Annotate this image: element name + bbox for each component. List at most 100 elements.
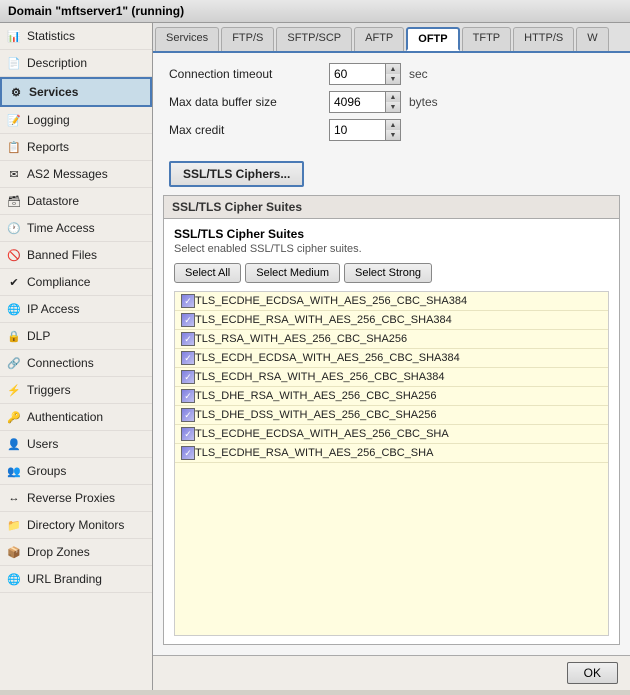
sidebar-item-as2messages[interactable]: ✉ AS2 Messages [0,161,152,188]
max-credit-down[interactable]: ▼ [386,130,400,140]
sidebar-item-directorymonitors[interactable]: 📁 Directory Monitors [0,512,152,539]
sidebar-item-datastore[interactable]: 🗃 Datastore [0,188,152,215]
max-data-buffer-down[interactable]: ▼ [386,102,400,112]
cipher-checkbox[interactable]: ✓ [181,389,195,403]
tab-services[interactable]: Services [155,27,219,51]
sidebar-icon-reverseproxies: ↔ [6,490,22,506]
max-credit-input[interactable] [330,120,385,140]
cipher-btn-select-all[interactable]: Select All [174,263,241,283]
sidebar-label-groups: Groups [27,464,66,478]
connection-timeout-spin-buttons: ▲ ▼ [385,64,400,84]
cipher-btn-select-medium[interactable]: Select Medium [245,263,340,283]
cipher-checkbox[interactable]: ✓ [181,332,195,346]
title-text: Domain "mftserver1" (running) [8,4,184,18]
cipher-checkbox[interactable]: ✓ [181,351,195,365]
tab-more[interactable]: W [576,27,608,51]
sidebar-icon-compliance: ✔ [6,274,22,290]
cipher-item[interactable]: ✓TLS_DHE_DSS_WITH_AES_256_CBC_SHA256 [175,406,608,425]
max-data-buffer-spinner[interactable]: ▲ ▼ [329,91,401,113]
sidebar-item-triggers[interactable]: ⚡ Triggers [0,377,152,404]
sidebar-item-urlbranding[interactable]: 🌐 URL Branding [0,566,152,593]
cipher-checkbox[interactable]: ✓ [181,294,195,308]
sidebar-icon-logging: 📝 [6,112,22,128]
cipher-item[interactable]: ✓TLS_ECDH_ECDSA_WITH_AES_256_CBC_SHA384 [175,349,608,368]
max-data-buffer-input[interactable] [330,92,385,112]
sidebar-icon-urlbranding: 🌐 [6,571,22,587]
sidebar-item-reverseproxies[interactable]: ↔ Reverse Proxies [0,485,152,512]
content-area: ServicesFTP/SSFTP/SCPAFTPOFTPTFTPHTTP/SW… [153,23,630,690]
sidebar-label-compliance: Compliance [27,275,90,289]
sidebar-icon-bannedfiles: 🚫 [6,247,22,263]
sidebar-item-users[interactable]: 👤 Users [0,431,152,458]
connection-timeout-up[interactable]: ▲ [386,64,400,74]
max-data-buffer-up[interactable]: ▲ [386,92,400,102]
cipher-checkbox[interactable]: ✓ [181,313,195,327]
cipher-inner: SSL/TLS Cipher Suites Select enabled SSL… [164,219,619,644]
sidebar-icon-dropzones: 📦 [6,544,22,560]
max-data-buffer-spin-buttons: ▲ ▼ [385,92,400,112]
sidebar-label-dlp: DLP [27,329,50,343]
connection-timeout-down[interactable]: ▼ [386,74,400,84]
sidebar-item-groups[interactable]: 👥 Groups [0,458,152,485]
ssl-tls-ciphers-button[interactable]: SSL/TLS Ciphers... [169,161,304,187]
cipher-list[interactable]: ✓TLS_ECDHE_ECDSA_WITH_AES_256_CBC_SHA384… [174,291,609,636]
max-data-buffer-row: Max data buffer size ▲ ▼ bytes [169,91,614,113]
sidebar-icon-triggers: ⚡ [6,382,22,398]
cipher-item[interactable]: ✓TLS_ECDHE_RSA_WITH_AES_256_CBC_SHA [175,444,608,463]
max-credit-spinner[interactable]: ▲ ▼ [329,119,401,141]
cipher-checkbox[interactable]: ✓ [181,446,195,460]
cipher-item[interactable]: ✓TLS_RSA_WITH_AES_256_CBC_SHA256 [175,330,608,349]
tab-https[interactable]: HTTP/S [513,27,574,51]
sidebar: 📊 Statistics 📄 Description ⚙ Services 📝 … [0,23,153,690]
cipher-item[interactable]: ✓TLS_DHE_RSA_WITH_AES_256_CBC_SHA256 [175,387,608,406]
sidebar-label-datastore: Datastore [27,194,79,208]
cipher-checkbox[interactable]: ✓ [181,370,195,384]
sidebar-item-services[interactable]: ⚙ Services [0,77,152,107]
sidebar-icon-groups: 👥 [6,463,22,479]
cipher-item[interactable]: ✓TLS_ECDH_RSA_WITH_AES_256_CBC_SHA384 [175,368,608,387]
connection-timeout-unit: sec [409,67,428,81]
connection-timeout-input[interactable] [330,64,385,84]
cipher-inner-subtitle: Select enabled SSL/TLS cipher suites. [174,243,609,255]
cipher-inner-title: SSL/TLS Cipher Suites [174,227,609,241]
cipher-btn-select-strong[interactable]: Select Strong [344,263,432,283]
tab-sftpscp[interactable]: SFTP/SCP [276,27,352,51]
sidebar-item-description[interactable]: 📄 Description [0,50,152,77]
sidebar-item-ipaccess[interactable]: 🌐 IP Access [0,296,152,323]
cipher-item[interactable]: ✓TLS_ECDHE_ECDSA_WITH_AES_256_CBC_SHA [175,425,608,444]
tab-aftp[interactable]: AFTP [354,27,404,51]
cipher-item[interactable]: ✓TLS_ECDHE_RSA_WITH_AES_256_CBC_SHA384 [175,311,608,330]
max-data-buffer-input-group: ▲ ▼ bytes [329,91,438,113]
sidebar-label-reports: Reports [27,140,69,154]
sidebar-item-authentication[interactable]: 🔑 Authentication [0,404,152,431]
ok-button[interactable]: OK [567,662,618,684]
tab-oftp[interactable]: OFTP [406,27,459,51]
cipher-item[interactable]: ✓TLS_ECDHE_ECDSA_WITH_AES_256_CBC_SHA384 [175,292,608,311]
max-data-buffer-label: Max data buffer size [169,95,329,109]
connection-timeout-spinner[interactable]: ▲ ▼ [329,63,401,85]
sidebar-item-timeaccess[interactable]: 🕐 Time Access [0,215,152,242]
sidebar-item-connections[interactable]: 🔗 Connections [0,350,152,377]
sidebar-item-logging[interactable]: 📝 Logging [0,107,152,134]
cipher-label: TLS_ECDHE_RSA_WITH_AES_256_CBC_SHA [195,447,433,459]
sidebar-item-statistics[interactable]: 📊 Statistics [0,23,152,50]
max-credit-up[interactable]: ▲ [386,120,400,130]
sidebar-item-dlp[interactable]: 🔒 DLP [0,323,152,350]
sidebar-item-bannedfiles[interactable]: 🚫 Banned Files [0,242,152,269]
tab-tftp[interactable]: TFTP [462,27,512,51]
sidebar-icon-users: 👤 [6,436,22,452]
sidebar-label-timeaccess: Time Access [27,221,95,235]
sidebar-item-reports[interactable]: 📋 Reports [0,134,152,161]
max-credit-input-group: ▲ ▼ [329,119,401,141]
cipher-section: SSL/TLS Cipher Suites SSL/TLS Cipher Sui… [163,195,620,645]
max-data-buffer-unit: bytes [409,95,438,109]
tab-ftps[interactable]: FTP/S [221,27,274,51]
sidebar-label-connections: Connections [27,356,94,370]
sidebar-icon-timeaccess: 🕐 [6,220,22,236]
sidebar-label-bannedfiles: Banned Files [27,248,97,262]
sidebar-item-dropzones[interactable]: 📦 Drop Zones [0,539,152,566]
cipher-checkbox[interactable]: ✓ [181,427,195,441]
cipher-checkbox[interactable]: ✓ [181,408,195,422]
sidebar-icon-dlp: 🔒 [6,328,22,344]
sidebar-item-compliance[interactable]: ✔ Compliance [0,269,152,296]
